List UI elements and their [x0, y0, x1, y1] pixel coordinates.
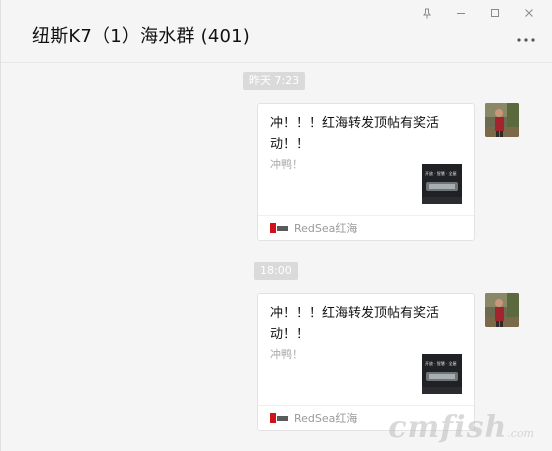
source-name: RedSea红海: [294, 412, 358, 425]
avatar-image: [485, 293, 519, 327]
thumbnail-image: [422, 164, 462, 204]
sender-avatar[interactable]: [485, 293, 519, 327]
article-card[interactable]: 冲！！！红海转发顶帖有奖活动！！ 冲鸭！ 开放 · 智慧 · 全屋 RedSea…: [257, 103, 475, 241]
sender-avatar[interactable]: [485, 103, 519, 137]
card-title: 冲！！！红海转发顶帖有奖活动！！: [270, 116, 440, 152]
chat-header: 纽斯K7（1）海水群 (401): [1, 0, 552, 63]
message-timestamp: 昨天 7:23: [243, 72, 306, 90]
chat-window: 纽斯K7（1）海水群 (401) 昨天 7:23 冲！！！红海转发顶帖有奖活动！…: [0, 0, 552, 451]
card-footer: RedSea红海: [258, 215, 474, 240]
thumbnail-text: 开放 · 智慧 · 全屋: [425, 171, 457, 176]
more-icon: [517, 38, 535, 42]
redsea-logo-icon: [270, 413, 288, 423]
card-thumbnail: 开放 · 智慧 · 全屋: [422, 164, 462, 204]
thumbnail-text: 开放 · 智慧 · 全屋: [425, 361, 457, 366]
card-thumbnail: 开放 · 智慧 · 全屋: [422, 354, 462, 394]
maximize-icon: [491, 9, 499, 17]
more-options-button[interactable]: [516, 32, 536, 48]
maximize-button[interactable]: [478, 4, 512, 22]
source-name: RedSea红海: [294, 222, 358, 235]
pin-icon: [423, 8, 431, 18]
watermark-suffix: .com: [507, 427, 534, 440]
thumbnail-image: [422, 354, 462, 394]
close-button[interactable]: [512, 4, 546, 22]
pin-button[interactable]: [410, 4, 444, 22]
card-title: 冲！！！红海转发顶帖有奖活动！！: [270, 306, 440, 342]
avatar-image: [485, 103, 519, 137]
chat-title: 纽斯K7（1）海水群 (401): [32, 26, 251, 47]
close-icon: [525, 9, 533, 17]
message-timestamp: 18:00: [254, 262, 298, 280]
minimize-icon: [457, 13, 465, 14]
site-watermark: cmfish.com: [388, 410, 534, 445]
window-controls: [410, 4, 546, 22]
redsea-logo-icon: [270, 223, 288, 233]
card-description: 冲鸭！: [270, 348, 303, 361]
watermark-text: cmfish: [388, 410, 508, 445]
card-description: 冲鸭！: [270, 158, 303, 171]
minimize-button[interactable]: [444, 4, 478, 22]
